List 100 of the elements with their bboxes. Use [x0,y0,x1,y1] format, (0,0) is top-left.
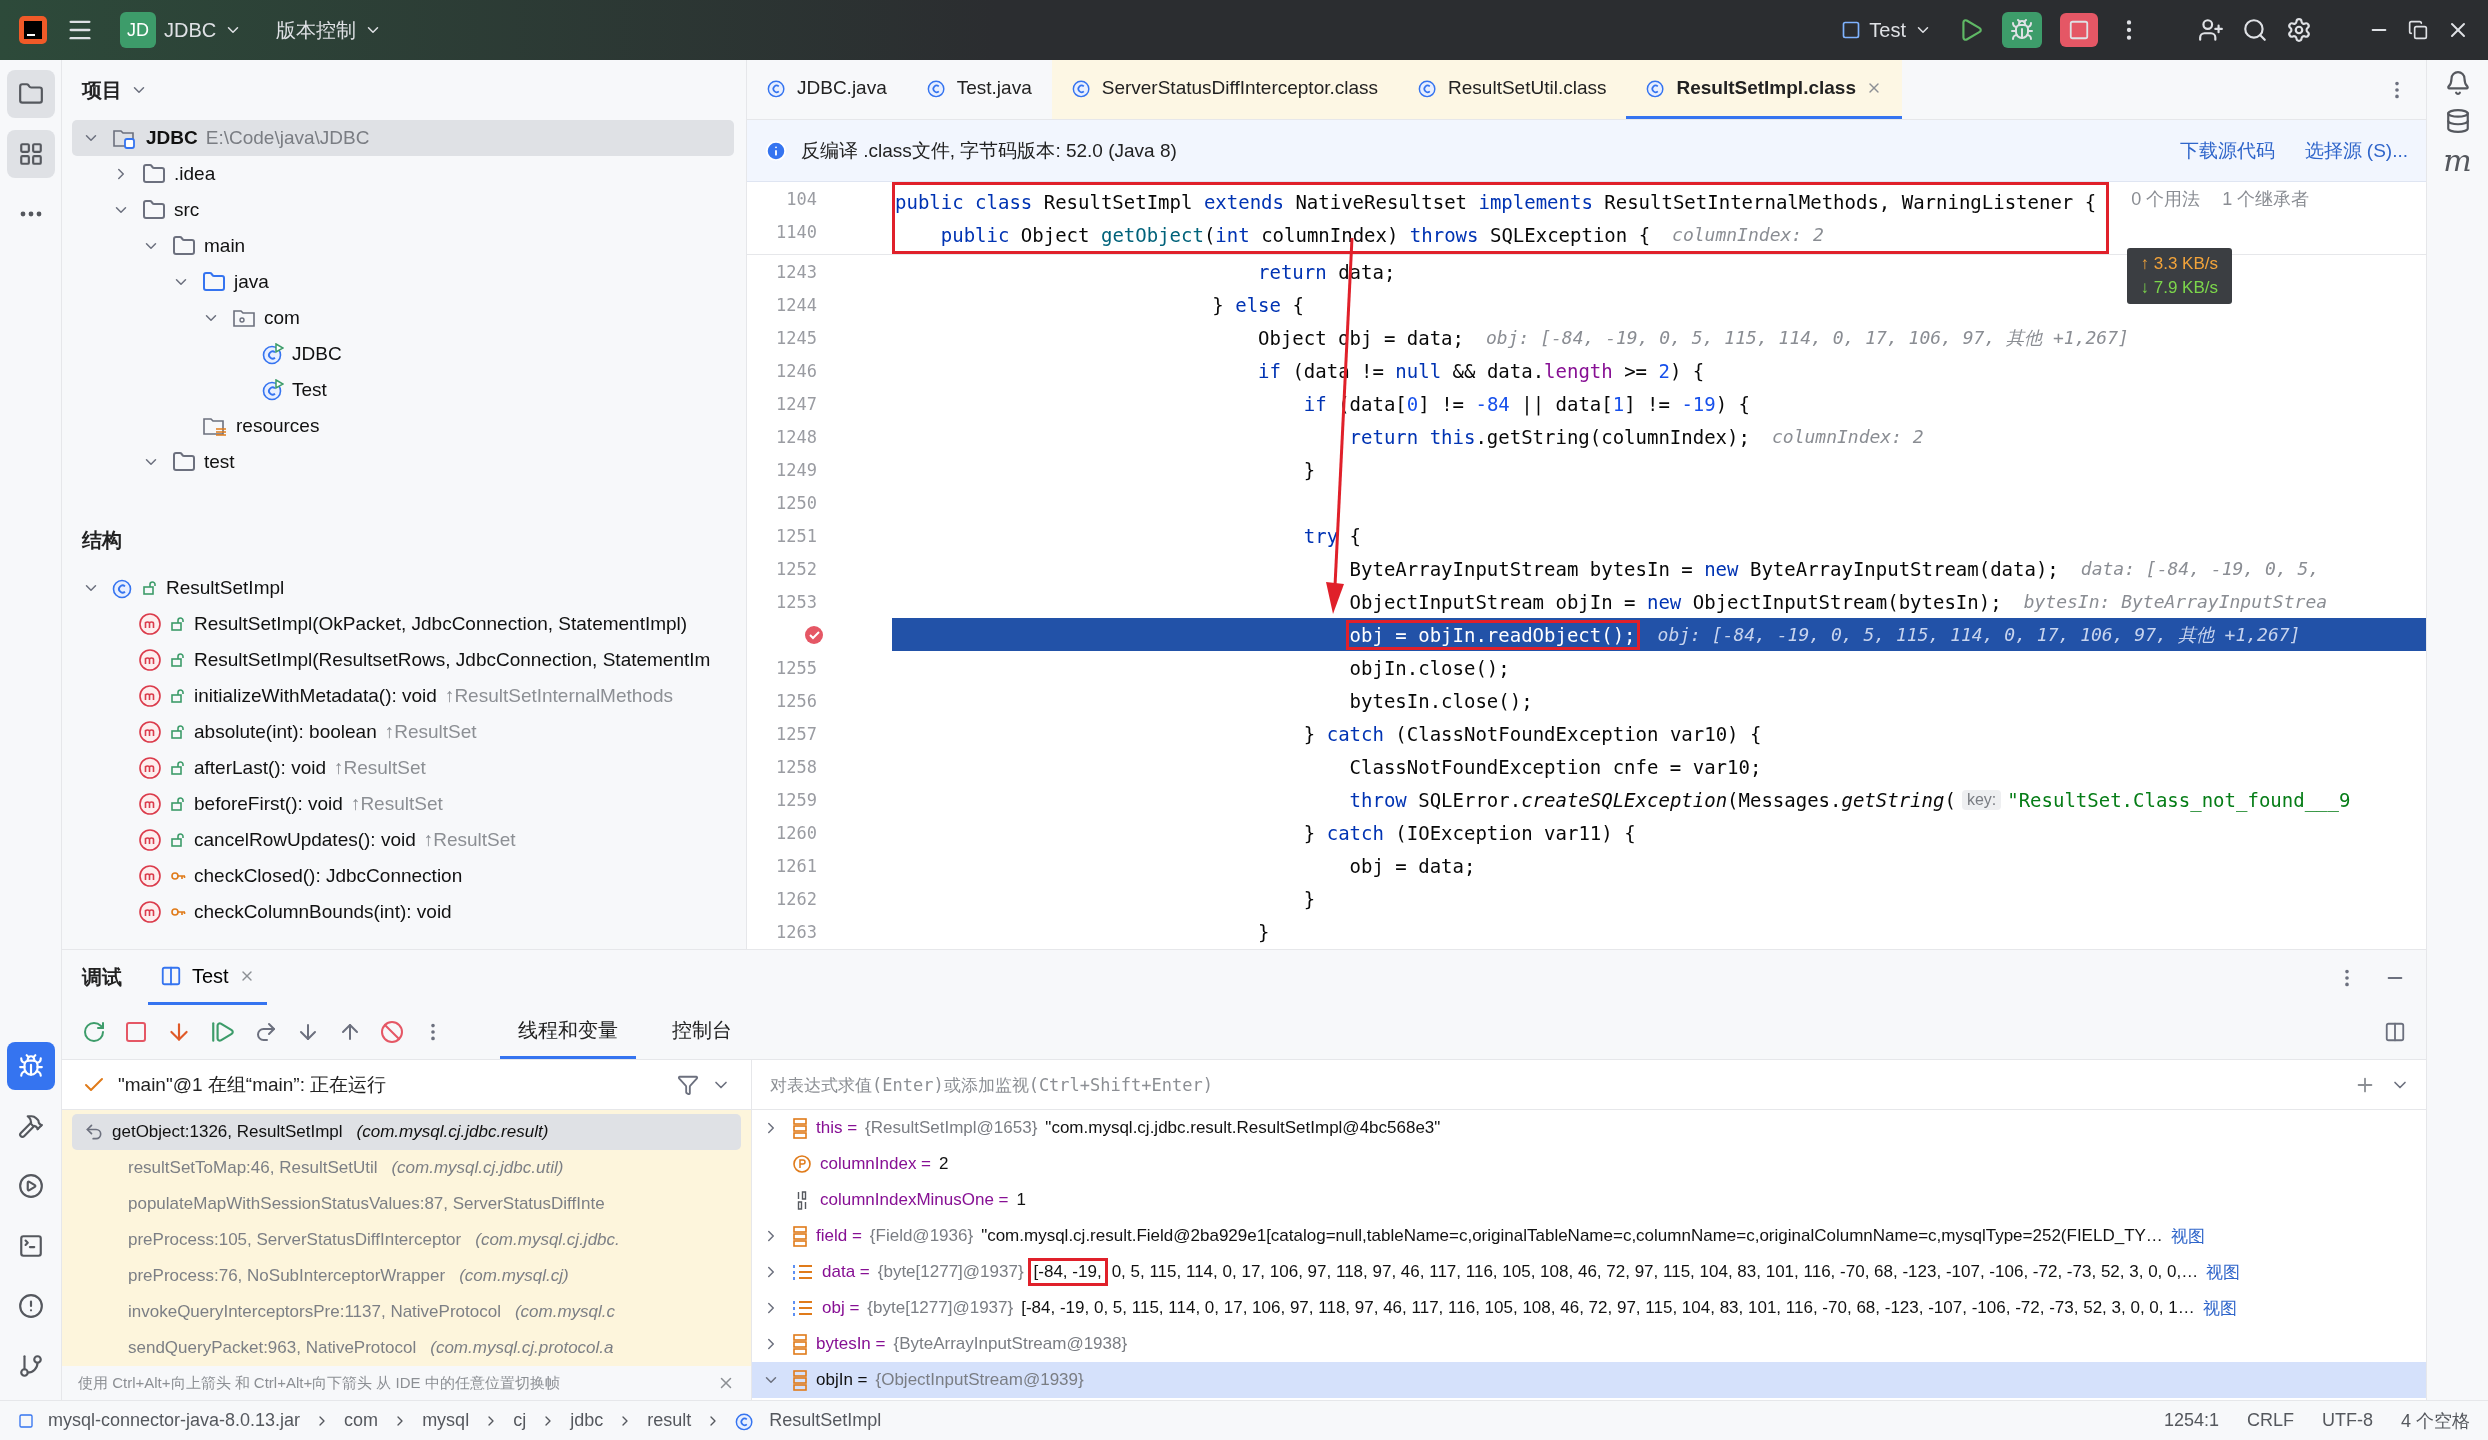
variable-row[interactable]: objIn = {ObjectInputStream@1939} [752,1362,2426,1398]
breadcrumb-item[interactable]: com [344,1410,379,1431]
step-over-icon[interactable] [254,1020,278,1044]
code-text: objIn.close(); [1349,656,1510,679]
tree-item[interactable]: test [72,444,734,480]
member-label: checkColumnBounds(int): void [194,901,452,923]
view-link[interactable]: 视图 [2202,1296,2237,1320]
debug-button[interactable] [2002,12,2042,48]
editor-tab[interactable]: JDBC.java [747,60,907,119]
user-add-icon[interactable] [2198,17,2224,43]
structure-item[interactable]: absolute(int): boolean ↑ResultSet [72,714,734,750]
thread-status[interactable]: "main"@1 在组“main”: 正在运行 [118,1071,387,1098]
status-item[interactable]: CRLF [2246,1410,2294,1431]
keyword: extends [1203,190,1284,213]
variable-row[interactable]: columnIndex = 2 [752,1146,2426,1182]
breadcrumb-item[interactable]: ResultSetImpl [769,1410,882,1431]
tree-item[interactable]: main [72,228,734,264]
field-icon [792,1369,808,1391]
layout-icon[interactable] [2384,1021,2406,1043]
tree-item[interactable]: Test [72,372,734,408]
stack-frame[interactable]: preProcess:105, ServerStatusDiffInterceptor (com.mysql.cj.jdbc. [72,1222,741,1258]
view-link[interactable]: 视图 [2206,1260,2241,1284]
breadcrumb-item[interactable]: cj [513,1410,527,1431]
variable-row[interactable]: this = {ResultSetImpl@1653} "com.mysql.cj.jdbc.result.ResultSetImpl@4bc568e3" [752,1110,2426,1146]
breadcrumb-item[interactable]: jdbc [570,1410,604,1431]
editor-tab[interactable]: ResultSetImpl.class [1626,60,1902,119]
filter-icon[interactable] [677,1073,699,1096]
stack-frame[interactable]: resultSetToMap:46, ResultSetUtil (com.mysql.cj.jdbc.util) [72,1150,741,1186]
banner-link[interactable]: 选择源 (S)... [2304,137,2408,164]
variable-value: 2 [939,1154,949,1174]
structure-item[interactable]: beforeFirst(): void ↑ResultSet [72,786,734,822]
stop-button[interactable] [2060,13,2098,47]
stack-frame[interactable]: populateMapWithSessionStatusValues:87, ServerStatusDiffInte [72,1186,741,1222]
tool-window-button[interactable] [6,1042,55,1090]
structure-item[interactable]: checkColumnBounds(int): void [72,894,734,930]
variable-row[interactable]: data = {byte[1277]@1937} [-84, -19, 0, 5, 115, 114, 0, 17, 106, 97, 118, 97, 46, 117, 116, 105, 108, 46, 72, 97, 115, 104, 83, 101, 116, -70, 68, -123, -107, -106, -72, -73, 52, 3, 0, 0,… 视图 [752,1254,2426,1290]
editor-tab[interactable]: ServerStatusDiffInterceptor.class [1051,60,1399,119]
tool-window-button[interactable] [6,130,55,178]
tree-item[interactable]: com [72,300,734,336]
structure-item[interactable]: checkClosed(): JdbcConnection [72,858,734,894]
breadcrumb-item[interactable]: mysql-connector-java-8.0.13.jar [48,1410,301,1431]
project-switcher[interactable]: JD JDBC [112,6,251,54]
structure-item[interactable]: cancelRowUpdates(): void ↑ResultSet [72,822,734,858]
plugin-button[interactable]: m [2443,146,2472,176]
variable-row[interactable]: columnIndexMinusOne = 1 [752,1182,2426,1218]
tree-item[interactable]: java [72,264,734,300]
panel-title[interactable]: 项目 [82,76,122,104]
structure-item[interactable]: afterLast(): void ↑ResultSet [72,750,734,786]
status-item[interactable]: 1254:1 [2163,1410,2219,1431]
vcs-menu[interactable]: 版本控制 [268,10,391,50]
breakpoint-icon[interactable] [803,623,825,646]
variable-row[interactable]: obj = {byte[1277]@1937} [-84, -19, 0, 5, 115, 114, 0, 17, 106, 97, 118, 97, 46, 117, 116, 105, 108, 46, 72, 97, 115, 104, 83, 101, 116, -70, 68, -123, -107, -106, -72, -73, 52, 3, 0, 0, 1… 视图 [752,1290,2426,1326]
rerun-icon[interactable] [82,1020,106,1044]
view-tab[interactable]: 控制台 [654,1005,750,1059]
structure-item[interactable]: ResultSetImpl [72,570,734,606]
status-item[interactable]: UTF-8 [2322,1410,2373,1431]
run-tab[interactable]: Test [148,950,267,1005]
tool-window-button[interactable] [6,70,55,118]
variable-row[interactable]: field = {Field@1936} "com.mysql.cj.result.Field@2ba929e1[catalog=null,tableName=c,originalTableName=c,columnName=c,originalColumnName=c,mysqlType=252(FIELD_TY… 视图 [752,1218,2426,1254]
structure-item[interactable]: ResultSetImpl(ResultsetRows, JdbcConnection, StatementIm [72,642,734,678]
stack-frame[interactable]: sendQueryPacket:963, NativeProtocol (com.mysql.cj.protocol.a [72,1330,741,1366]
tree-item[interactable]: JDBC E:\Code\java\JDBC [72,120,734,156]
bell-icon[interactable] [2444,70,2471,96]
variable-name: obj = [822,1298,860,1318]
mute-breakpoints-icon[interactable] [380,1020,404,1044]
stack-frame[interactable]: preProcess:76, NoSubInterceptorWrapper (com.mysql.cj) [72,1258,741,1294]
tree-item[interactable]: JDBC [72,336,734,372]
line-number: 1244 [776,294,817,315]
database-icon[interactable] [2444,108,2471,134]
variable-name: bytesIn = [816,1334,886,1354]
settings-icon[interactable] [2286,17,2312,43]
stack-frame[interactable]: invokeQueryInterceptorsPre:1137, NativeProtocol (com.mysql.c [72,1294,741,1330]
view-link[interactable]: 视图 [2170,1224,2205,1248]
run-configuration[interactable]: Test [1833,12,1940,48]
stop-icon[interactable] [124,1020,148,1044]
tree-item[interactable]: resources [72,408,734,444]
inline-value-hint: data: [-84, -19, 0, 5, [2080,558,2320,579]
stack-frame[interactable]: getObject:1326, ResultSetImpl (com.mysql.cj.jdbc.result) [72,1114,741,1150]
frame-method: preProcess:76, NoSubInterceptorWrapper [128,1266,446,1286]
expression-field[interactable]: 对表达式求值(Enter)或添加监视(Ctrl+Shift+Enter) [768,1073,2340,1096]
line-number: 1251 [776,525,817,546]
structure-item[interactable]: ResultSetImpl(OkPacket, JdbcConnection, StatementImpl) [72,606,734,642]
editor-tab[interactable]: ResultSetUtil.class [1398,60,1627,119]
resume-icon[interactable] [210,1019,236,1045]
tree-item[interactable]: src [72,192,734,228]
variable-row[interactable]: bytesIn = {ByteArrayInputStream@1938} [752,1326,2426,1362]
breadcrumb-item[interactable]: result [647,1410,692,1431]
keyword: public [940,223,1010,246]
breadcrumb-item[interactable]: mysql [422,1410,470,1431]
restore-icon[interactable] [2408,20,2428,40]
inherited-from: ↑ResultSet [384,721,477,743]
structure-item[interactable]: initializeWithMetadata(): void ↑ResultSetInternalMethods [72,678,734,714]
banner-link[interactable]: 下载源代码 [2179,137,2275,164]
search-icon[interactable] [2242,17,2268,43]
status-item[interactable]: 4 个空格 [2401,1408,2470,1433]
unlocked-icon [170,832,186,848]
editor-tab[interactable]: Test.java [906,60,1052,119]
tree-item[interactable]: .idea [72,156,734,192]
array-icon [792,1298,814,1318]
app-logo-icon[interactable] [18,15,48,45]
